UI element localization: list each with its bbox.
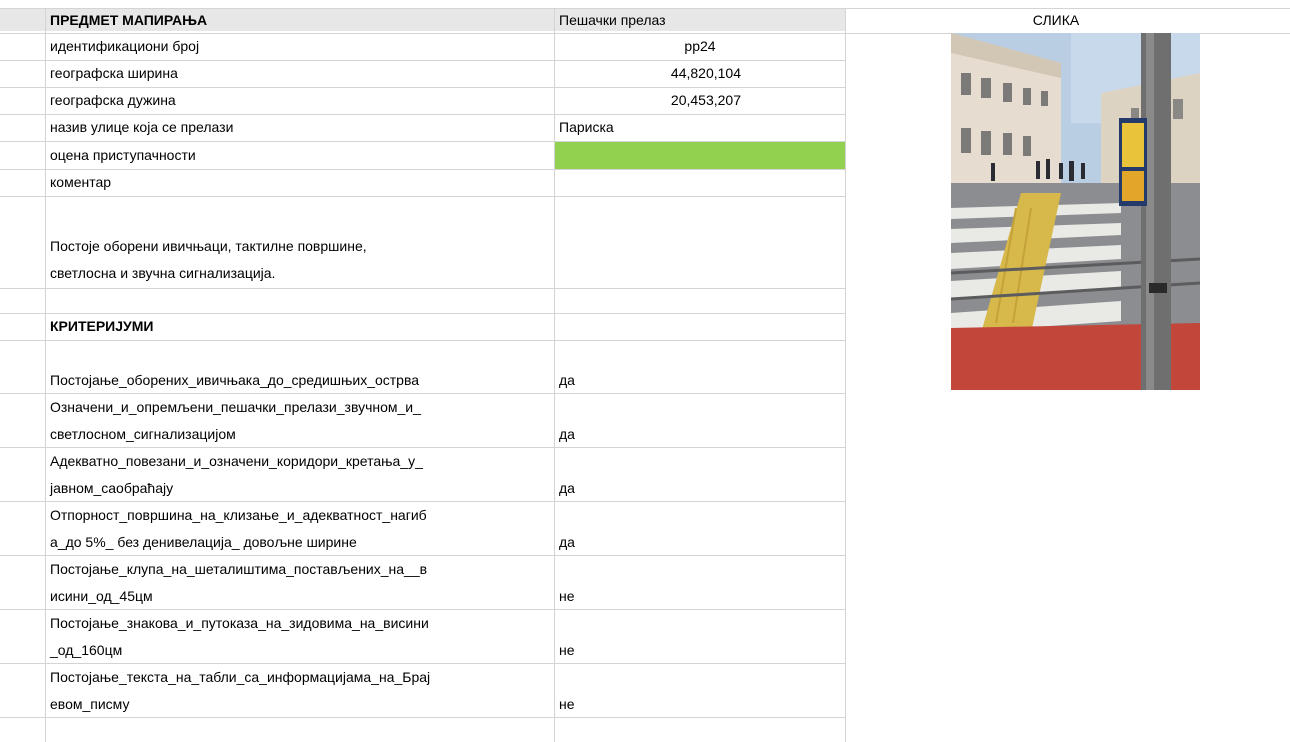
criterion-3-line-2: јавном_саобраћају [50, 480, 174, 496]
criterion-5-line-2: исини_од_45цм [50, 588, 153, 604]
grid-col-line [554, 8, 555, 742]
rating-green-cell [555, 142, 845, 169]
field-label-rating: оцена приступачности [50, 147, 196, 163]
subject-label: ПРЕДМЕТ МАПИРАЊА [50, 12, 208, 28]
comment-line-2: светлосна и звучна сигнализација. [50, 265, 276, 281]
grid-col-line [845, 8, 846, 742]
criterion-2-line-1: Означени_и_опремљени_пешачки_прелази_зву… [50, 399, 421, 415]
field-label-longitude: географска дужина [50, 92, 176, 108]
crosswalk-photo [951, 33, 1200, 390]
criterion-3-answer: да [559, 480, 575, 496]
criterion-4-line-1: Отпорност_површина_на_клизање_и_адекватн… [50, 507, 427, 523]
field-value-longitude: 20,453,207 [670, 92, 741, 108]
field-value-street: Париска [559, 119, 614, 135]
criteria-title: КРИТЕРИЈУМИ [50, 318, 154, 334]
criterion-7-line-2: евом_писму [50, 696, 130, 712]
grid-row-line [0, 196, 845, 197]
grid-row-line [0, 288, 845, 289]
subject-value: Пешачки прелаз [559, 12, 666, 28]
criterion-2-answer: да [559, 426, 575, 442]
grid-row-line [0, 169, 845, 170]
criterion-4-answer: да [559, 534, 575, 550]
criterion-6-line-2: _од_160цм [50, 642, 123, 658]
criterion-2-line-2: светлосном_сигнализацијом [50, 426, 236, 442]
field-value-id: pp24 [684, 38, 716, 54]
image-column-label: СЛИКА [1032, 12, 1080, 28]
criterion-3-line-1: Адекватно_повезани_и_означени_коридори_к… [50, 453, 423, 469]
field-label-comment: коментар [50, 174, 112, 190]
grid-row-line [0, 340, 845, 341]
grid-col-line [45, 8, 46, 742]
criterion-4-line-2: а_до 5%_ без денивелација_ довољне ширин… [50, 534, 357, 550]
field-label-street: назив улице која се прелази [50, 119, 234, 135]
criterion-1-line-1: Постојање_оборених_ивичњака_до_средишњих… [50, 372, 420, 388]
field-value-latitude: 44,820,104 [670, 65, 741, 81]
criterion-6-line-1: Постојање_знакова_и_путоказа_на_зидовима… [50, 615, 429, 631]
criterion-5-line-1: Постојање_клупа_на_шеталиштима_постављен… [50, 561, 428, 577]
criterion-6-answer: не [559, 642, 575, 658]
criterion-7-answer: не [559, 696, 575, 712]
spreadsheet: ПРЕДМЕТ МАПИРАЊА Пешачки прелаз СЛИКА ид… [0, 0, 1290, 742]
field-label-id: идентификациони број [50, 38, 200, 54]
criterion-5-answer: не [559, 588, 575, 604]
criterion-1-answer: да [559, 372, 575, 388]
criterion-7-line-1: Постојање_текста_на_табли_са_информација… [50, 669, 431, 685]
comment-line-1: Постоје оборени ивичњаци, тактилне површ… [50, 238, 367, 254]
field-label-latitude: географска ширина [50, 65, 178, 81]
